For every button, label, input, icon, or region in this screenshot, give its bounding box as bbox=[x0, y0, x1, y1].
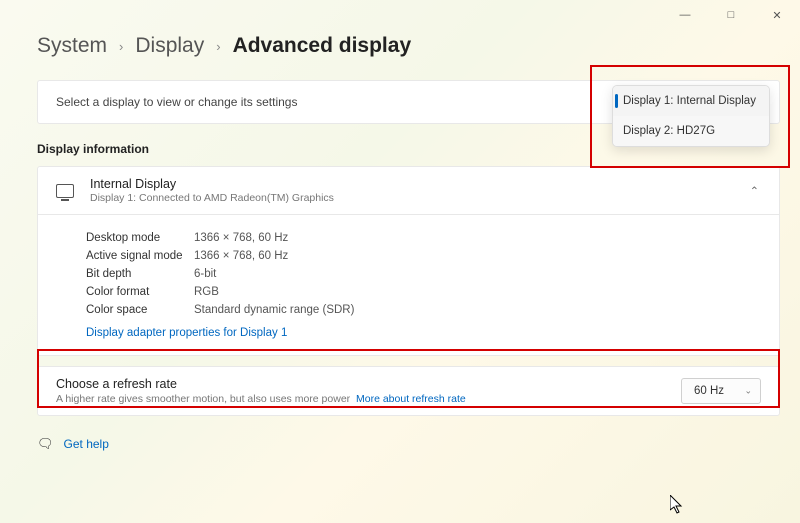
detail-row-desktop-mode: Desktop mode 1366 × 768, 60 Hz bbox=[86, 229, 761, 247]
breadcrumb-system[interactable]: System bbox=[37, 34, 107, 58]
monitor-icon bbox=[56, 184, 74, 198]
detail-value: RGB bbox=[194, 286, 219, 298]
close-button[interactable]: ✕ bbox=[754, 0, 800, 30]
chevron-right-icon: › bbox=[216, 39, 220, 54]
refresh-rate-select[interactable]: 60 Hz ⌄ bbox=[681, 378, 761, 404]
dropdown-item-display-2[interactable]: Display 2: HD27G bbox=[613, 116, 769, 146]
get-help-link[interactable]: Get help bbox=[64, 437, 109, 451]
detail-label: Color format bbox=[86, 286, 194, 298]
display-details-card: Desktop mode 1366 × 768, 60 Hz Active si… bbox=[37, 215, 780, 356]
detail-value: Standard dynamic range (SDR) bbox=[194, 304, 354, 316]
detail-value: 6-bit bbox=[194, 268, 216, 280]
dropdown-item-display-1[interactable]: Display 1: Internal Display bbox=[613, 86, 769, 116]
refresh-rate-card: Choose a refresh rate A higher rate give… bbox=[37, 366, 780, 416]
breadcrumb-display[interactable]: Display bbox=[135, 34, 204, 58]
refresh-rate-subtitle: A higher rate gives smoother motion, but… bbox=[56, 393, 466, 405]
select-display-prompt: Select a display to view or change its s… bbox=[56, 95, 297, 109]
display-selector-dropdown: Display 1: Internal Display Display 2: H… bbox=[612, 85, 770, 147]
detail-value: 1366 × 768, 60 Hz bbox=[194, 250, 288, 262]
maximize-button[interactable]: □ bbox=[708, 0, 754, 30]
refresh-rate-title: Choose a refresh rate bbox=[56, 377, 466, 391]
chevron-down-icon: ⌄ bbox=[744, 386, 752, 397]
refresh-rate-value: 60 Hz bbox=[694, 385, 724, 397]
detail-value: 1366 × 768, 60 Hz bbox=[194, 232, 288, 244]
detail-row-active-signal: Active signal mode 1366 × 768, 60 Hz bbox=[86, 247, 761, 265]
mouse-cursor-icon bbox=[670, 495, 684, 520]
display-header-card[interactable]: Internal Display Display 1: Connected to… bbox=[37, 166, 780, 215]
detail-label: Bit depth bbox=[86, 268, 194, 280]
detail-label: Color space bbox=[86, 304, 194, 316]
detail-row-color-space: Color space Standard dynamic range (SDR) bbox=[86, 301, 761, 319]
help-icon: 🗨 bbox=[37, 436, 54, 452]
window-controls: — □ ✕ bbox=[662, 0, 800, 30]
chevron-right-icon: › bbox=[119, 39, 123, 54]
breadcrumb-current: Advanced display bbox=[233, 34, 412, 58]
minimize-button[interactable]: — bbox=[662, 0, 708, 30]
detail-label: Active signal mode bbox=[86, 250, 194, 262]
display-name: Internal Display bbox=[90, 177, 334, 191]
chevron-up-icon: ⌃ bbox=[750, 184, 759, 197]
adapter-properties-link[interactable]: Display adapter properties for Display 1 bbox=[86, 327, 287, 339]
detail-label: Desktop mode bbox=[86, 232, 194, 244]
get-help-row: 🗨 Get help bbox=[37, 436, 780, 452]
display-connection-info: Display 1: Connected to AMD Radeon(TM) G… bbox=[90, 192, 334, 204]
detail-row-bit-depth: Bit depth 6-bit bbox=[86, 265, 761, 283]
detail-row-color-format: Color format RGB bbox=[86, 283, 761, 301]
more-about-refresh-link[interactable]: More about refresh rate bbox=[356, 393, 466, 405]
